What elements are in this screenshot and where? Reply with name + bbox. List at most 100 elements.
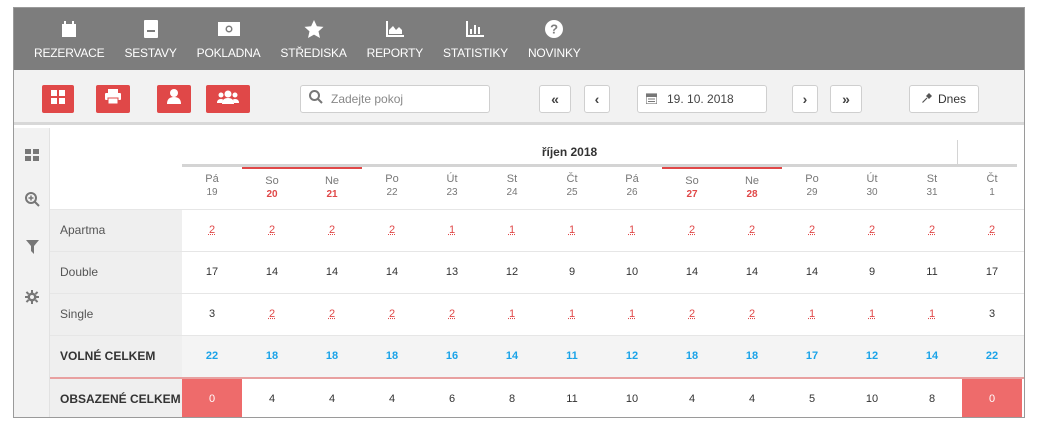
prev-page-button[interactable]: ‹ [584, 85, 610, 113]
day-name: Ne [744, 175, 760, 187]
day-number: 29 [806, 187, 818, 198]
guest-button[interactable] [157, 85, 191, 113]
last-page-button[interactable]: » [830, 85, 862, 113]
first-page-button[interactable]: « [539, 85, 571, 113]
zoom-icon[interactable] [23, 190, 41, 208]
grid-cell: 22 [205, 350, 219, 362]
day-header: Pá 19 [182, 167, 242, 209]
grid-cell: 11 [926, 266, 938, 278]
nav-sestavy[interactable]: SESTAVY [114, 18, 186, 70]
grid-cell[interactable]: 1 [842, 294, 902, 335]
grid-cell[interactable]: 2 [302, 210, 362, 251]
day-number: 24 [506, 187, 518, 198]
grid-cell[interactable]: 2 [902, 210, 962, 251]
grid-cell: 14 [685, 266, 699, 278]
nav-label: POKLADNA [196, 46, 261, 60]
nav-strediska[interactable]: STŘEDISKA [270, 18, 356, 70]
grid-cell[interactable]: 2 [362, 294, 422, 335]
grid-cell: 14 [325, 266, 339, 278]
grid-cell: 6 [448, 393, 456, 405]
today-button[interactable]: Dnes [909, 85, 979, 113]
grid-cell[interactable]: 2 [722, 294, 782, 335]
grid-cell[interactable]: 1 [542, 294, 602, 335]
row-label: Apartma [50, 210, 182, 251]
group-button[interactable] [206, 85, 250, 113]
day-name: So [685, 175, 699, 187]
date-picker[interactable]: 19. 10. 2018 [637, 85, 767, 113]
double-chevron-right-icon: » [842, 91, 850, 107]
day-number: 30 [866, 187, 878, 198]
nav-label: STATISTIKY [443, 46, 508, 60]
nav-rezervace[interactable]: REZERVACE [24, 18, 114, 70]
grid-cell: 18 [325, 350, 339, 362]
day-header: Ne 28 [722, 167, 782, 209]
grid-cell: 16 [445, 350, 459, 362]
grid-cell: 4 [328, 393, 336, 405]
nav-label: REZERVACE [34, 46, 105, 60]
grid-cell: 4 [388, 393, 396, 405]
grid-cell[interactable]: 1 [782, 294, 842, 335]
day-number: 20 [266, 189, 278, 200]
grid-cell: 4 [688, 393, 696, 405]
day-name: Pá [625, 173, 639, 185]
grid-cell[interactable]: 2 [662, 294, 722, 335]
grid-cell[interactable]: 1 [602, 294, 662, 335]
bar-chart-icon [464, 18, 486, 40]
day-header: Út 23 [422, 167, 482, 209]
grid-cell[interactable]: 1 [482, 294, 542, 335]
day-name: St [926, 173, 938, 185]
grid-cell[interactable]: 2 [242, 210, 302, 251]
day-number: 1 [989, 187, 995, 198]
grid-cell[interactable]: 2 [722, 210, 782, 251]
nav-statistiky[interactable]: STATISTIKY [433, 18, 518, 70]
nav-label: NOVINKY [527, 46, 581, 60]
gear-icon[interactable] [23, 288, 41, 306]
grid-cell[interactable]: 1 [542, 210, 602, 251]
day-header: St 24 [482, 167, 542, 209]
day-number: 21 [326, 189, 338, 200]
grid-cell[interactable]: 2 [842, 210, 902, 251]
grid-cell: 22 [985, 350, 999, 362]
grid-cell: 14 [265, 266, 279, 278]
grid-cell[interactable]: 2 [422, 294, 482, 335]
day-number: 26 [626, 187, 638, 198]
grid-cell[interactable]: 2 [242, 294, 302, 335]
print-button[interactable] [96, 85, 130, 113]
grid-cell: 5 [808, 393, 816, 405]
nav-novinky[interactable]: ? NOVINKY [518, 18, 591, 70]
search-icon [309, 89, 323, 109]
svg-text:?: ? [550, 22, 558, 37]
day-name: Po [805, 173, 819, 185]
nav-reporty[interactable]: REPORTY [357, 18, 433, 70]
grid-cell[interactable]: 2 [182, 210, 242, 251]
grid-cell[interactable]: 1 [602, 210, 662, 251]
grid-cell: 10 [625, 266, 639, 278]
grid-cell[interactable]: 1 [422, 210, 482, 251]
next-page-button[interactable]: › [792, 85, 818, 113]
grid-cell[interactable]: 2 [782, 210, 842, 251]
filter-icon[interactable] [23, 238, 41, 256]
grid-cell[interactable]: 1 [482, 210, 542, 251]
grid-cell[interactable]: 1 [902, 294, 962, 335]
day-name: Pá [205, 173, 219, 185]
grid-cell: 14 [505, 350, 519, 362]
print-icon [105, 89, 121, 109]
nav-pokladna[interactable]: POKLADNA [187, 18, 271, 70]
grid-cell: 17 [985, 266, 999, 278]
nav-label: SESTAVY [124, 46, 177, 60]
room-search-input[interactable] [331, 92, 481, 106]
star-icon [303, 18, 325, 40]
row-label: Single [50, 294, 182, 335]
grid-cell[interactable]: 2 [362, 210, 422, 251]
grid-cell[interactable]: 2 [962, 210, 1022, 251]
grid-cell: 14 [745, 266, 759, 278]
grid-cell[interactable]: 2 [302, 294, 362, 335]
row-label: VOLNÉ CELKEM [50, 336, 182, 377]
grid-cell: 11 [566, 350, 578, 362]
pin-icon [922, 92, 933, 106]
grid-icon [51, 89, 65, 109]
grid-view-icon[interactable] [23, 146, 41, 164]
grid-cell[interactable]: 2 [662, 210, 722, 251]
grid-cell: 18 [685, 350, 699, 362]
grid-view-button[interactable] [42, 85, 74, 113]
